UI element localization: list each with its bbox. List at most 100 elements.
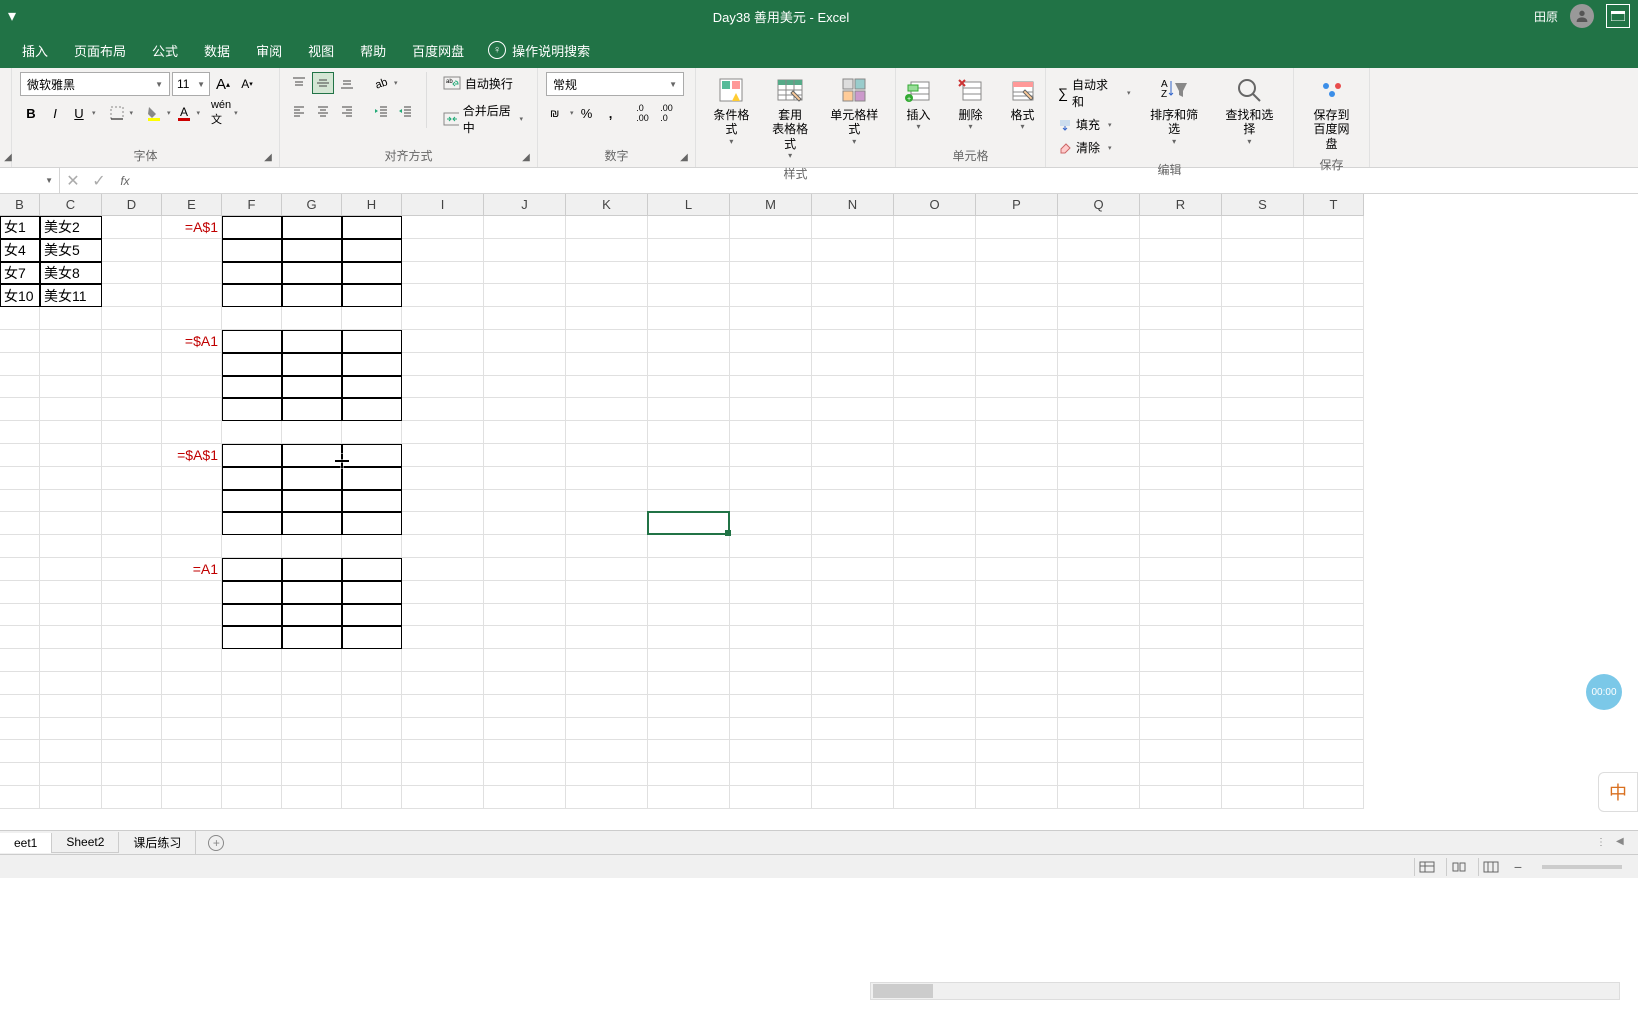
cell-R17[interactable] bbox=[1140, 581, 1222, 604]
cell-value[interactable]: =A$1 bbox=[162, 216, 222, 239]
cell-I5[interactable] bbox=[402, 307, 484, 330]
cell-O25[interactable] bbox=[894, 763, 976, 786]
cell-bordered[interactable] bbox=[222, 398, 282, 421]
cell-I18[interactable] bbox=[402, 604, 484, 627]
cell-bordered[interactable] bbox=[342, 284, 402, 307]
cell-C24[interactable] bbox=[40, 740, 102, 763]
cell-D3[interactable] bbox=[102, 262, 162, 285]
cell-O8[interactable] bbox=[894, 376, 976, 399]
cell-D24[interactable] bbox=[102, 740, 162, 763]
cell-P14[interactable] bbox=[976, 512, 1058, 535]
cell-J4[interactable] bbox=[484, 284, 566, 307]
cell-I23[interactable] bbox=[402, 718, 484, 741]
cell-R1[interactable] bbox=[1140, 216, 1222, 239]
cell-G24[interactable] bbox=[282, 740, 342, 763]
cell-R6[interactable] bbox=[1140, 330, 1222, 353]
col-header-S[interactable]: S bbox=[1222, 194, 1304, 216]
cell-L22[interactable] bbox=[648, 695, 730, 718]
cell-K26[interactable] bbox=[566, 786, 648, 809]
cell-Q26[interactable] bbox=[1058, 786, 1140, 809]
cell-value[interactable]: =$A1 bbox=[162, 330, 222, 353]
cell-F21[interactable] bbox=[222, 672, 282, 695]
cell-K11[interactable] bbox=[566, 444, 648, 467]
cell-D11[interactable] bbox=[102, 444, 162, 467]
cell-M13[interactable] bbox=[730, 490, 812, 513]
cell-C21[interactable] bbox=[40, 672, 102, 695]
cell-Q18[interactable] bbox=[1058, 604, 1140, 627]
cell-M3[interactable] bbox=[730, 262, 812, 285]
cell-I6[interactable] bbox=[402, 330, 484, 353]
tab-data[interactable]: 数据 bbox=[192, 33, 242, 68]
cell-B19[interactable] bbox=[0, 626, 40, 649]
cell-bordered[interactable] bbox=[342, 239, 402, 262]
cell-T20[interactable] bbox=[1304, 649, 1364, 672]
cell-bordered[interactable] bbox=[222, 262, 282, 285]
cell-T16[interactable] bbox=[1304, 558, 1364, 581]
cell-T24[interactable] bbox=[1304, 740, 1364, 763]
spreadsheet-grid[interactable]: BCDEFGHIJKLMNOPQRST 女1美女2女4美女5女7美女8女10美女… bbox=[0, 194, 1638, 830]
cell-S20[interactable] bbox=[1222, 649, 1304, 672]
cell-value[interactable]: 女10 bbox=[0, 284, 40, 307]
cell-K7[interactable] bbox=[566, 353, 648, 376]
cell-Q15[interactable] bbox=[1058, 535, 1140, 558]
cell-C18[interactable] bbox=[40, 604, 102, 627]
cell-K2[interactable] bbox=[566, 239, 648, 262]
cell-O26[interactable] bbox=[894, 786, 976, 809]
cell-M22[interactable] bbox=[730, 695, 812, 718]
cell-O20[interactable] bbox=[894, 649, 976, 672]
cell-I3[interactable] bbox=[402, 262, 484, 285]
cell-J9[interactable] bbox=[484, 398, 566, 421]
cell-I11[interactable] bbox=[402, 444, 484, 467]
cell-N15[interactable] bbox=[812, 535, 894, 558]
cell-J15[interactable] bbox=[484, 535, 566, 558]
cell-F23[interactable] bbox=[222, 718, 282, 741]
cell-D13[interactable] bbox=[102, 490, 162, 513]
col-header-B[interactable]: B bbox=[0, 194, 40, 216]
increase-indent-button[interactable] bbox=[394, 100, 416, 122]
cell-bordered[interactable] bbox=[342, 444, 402, 467]
underline-button[interactable]: U▾ bbox=[68, 102, 96, 124]
cell-H24[interactable] bbox=[342, 740, 402, 763]
cell-M9[interactable] bbox=[730, 398, 812, 421]
cell-bordered[interactable] bbox=[282, 512, 342, 535]
cell-B16[interactable] bbox=[0, 558, 40, 581]
cell-T14[interactable] bbox=[1304, 512, 1364, 535]
cell-J17[interactable] bbox=[484, 581, 566, 604]
cell-L20[interactable] bbox=[648, 649, 730, 672]
cell-B25[interactable] bbox=[0, 763, 40, 786]
cell-I21[interactable] bbox=[402, 672, 484, 695]
cell-K15[interactable] bbox=[566, 535, 648, 558]
col-header-J[interactable]: J bbox=[484, 194, 566, 216]
cell-N2[interactable] bbox=[812, 239, 894, 262]
cell-L7[interactable] bbox=[648, 353, 730, 376]
cell-Q17[interactable] bbox=[1058, 581, 1140, 604]
cell-P24[interactable] bbox=[976, 740, 1058, 763]
cell-Q6[interactable] bbox=[1058, 330, 1140, 353]
fill-color-button[interactable]: ▾ bbox=[143, 102, 171, 124]
cell-M19[interactable] bbox=[730, 626, 812, 649]
cell-I17[interactable] bbox=[402, 581, 484, 604]
cell-F26[interactable] bbox=[222, 786, 282, 809]
cell-O12[interactable] bbox=[894, 467, 976, 490]
cell-Q20[interactable] bbox=[1058, 649, 1140, 672]
cell-value[interactable]: 女1 bbox=[0, 216, 40, 239]
cell-T19[interactable] bbox=[1304, 626, 1364, 649]
cell-J18[interactable] bbox=[484, 604, 566, 627]
cell-bordered[interactable] bbox=[222, 512, 282, 535]
cell-I9[interactable] bbox=[402, 398, 484, 421]
cell-M21[interactable] bbox=[730, 672, 812, 695]
cell-T4[interactable] bbox=[1304, 284, 1364, 307]
sheet-tab-1[interactable]: eet1 bbox=[0, 833, 52, 853]
cell-I12[interactable] bbox=[402, 467, 484, 490]
cell-N12[interactable] bbox=[812, 467, 894, 490]
cell-O10[interactable] bbox=[894, 421, 976, 444]
cell-D14[interactable] bbox=[102, 512, 162, 535]
cell-C19[interactable] bbox=[40, 626, 102, 649]
cell-Q10[interactable] bbox=[1058, 421, 1140, 444]
cell-R15[interactable] bbox=[1140, 535, 1222, 558]
cell-C10[interactable] bbox=[40, 421, 102, 444]
cell-I16[interactable] bbox=[402, 558, 484, 581]
format-button[interactable]: 格式 ▾ bbox=[999, 72, 1047, 133]
cell-P2[interactable] bbox=[976, 239, 1058, 262]
cell-bordered[interactable] bbox=[342, 626, 402, 649]
